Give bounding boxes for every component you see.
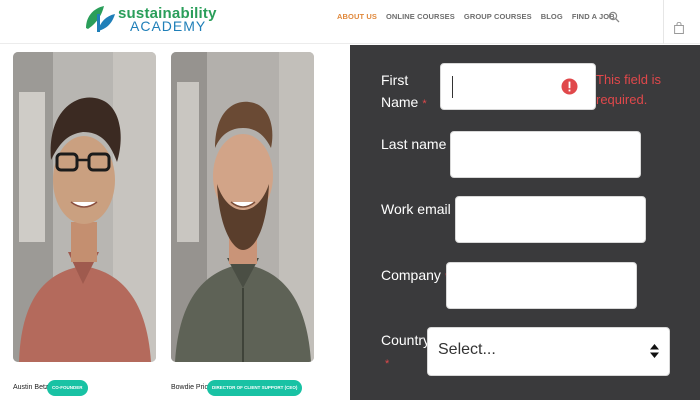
shopping-bag-icon[interactable] xyxy=(674,22,684,34)
last-name-label: Last name* xyxy=(381,133,455,157)
member-role-badge: CO-FOUNDER xyxy=(47,380,88,396)
country-select[interactable]: Select... xyxy=(427,327,670,376)
first-name-error: This field is required. xyxy=(596,70,661,110)
nav-item-group-courses[interactable]: GROUP COURSES xyxy=(464,12,532,22)
header-divider xyxy=(663,0,664,44)
last-name-label-text: Last name xyxy=(381,136,447,152)
brand-line2: ACADEMY xyxy=(130,18,207,34)
last-name-field[interactable] xyxy=(450,131,641,178)
first-name-label: First Name * xyxy=(381,69,427,115)
brand-logo[interactable]: sustainability ACADEMY xyxy=(82,2,222,34)
work-email-label: Work email* xyxy=(381,198,459,222)
required-marker: * xyxy=(422,98,427,110)
text-caret xyxy=(452,76,453,98)
team-photo-bowdie xyxy=(171,52,314,362)
nav-item-blog[interactable]: BLOG xyxy=(541,12,563,22)
select-arrows-icon xyxy=(650,344,659,358)
nav-item-online-courses[interactable]: ONLINE COURSES xyxy=(386,12,455,22)
main-nav: ABOUT US ONLINE COURSES GROUP COURSES BL… xyxy=(337,12,624,22)
team-photo-austin xyxy=(13,52,156,362)
company-label: Company* xyxy=(381,264,449,288)
first-name-label-line2: Name xyxy=(381,94,419,110)
company-label-text: Company xyxy=(381,267,441,283)
work-email-label-text: Work email xyxy=(381,201,451,217)
first-name-label-line1: First xyxy=(381,72,409,88)
company-field[interactable] xyxy=(446,262,637,309)
first-name-field[interactable] xyxy=(440,63,596,110)
country-label: Country * xyxy=(381,329,430,375)
portrait-image xyxy=(171,52,314,362)
site-header: sustainability ACADEMY ABOUT US ONLINE C… xyxy=(0,0,700,44)
member-name: Bowdie Price xyxy=(171,384,212,391)
logo-leaf-icon xyxy=(86,6,115,32)
work-email-field[interactable] xyxy=(455,196,646,243)
country-label-text: Country xyxy=(381,332,431,348)
search-icon[interactable] xyxy=(608,11,620,23)
portrait-image xyxy=(13,52,156,362)
team-section: Austin Betzer CO-FOUNDER Bowdie Price DI… xyxy=(0,45,350,400)
nav-item-about-us[interactable]: ABOUT US xyxy=(337,12,377,22)
country-select-value: Select... xyxy=(438,341,496,358)
required-marker: * xyxy=(385,358,390,370)
error-icon xyxy=(561,78,578,95)
member-role-badge: DIRECTOR OF CLIENT SUPPORT (CEO) xyxy=(207,380,303,396)
first-name-error-line1: This field is xyxy=(596,72,662,87)
first-name-error-line2: required. xyxy=(596,92,648,107)
